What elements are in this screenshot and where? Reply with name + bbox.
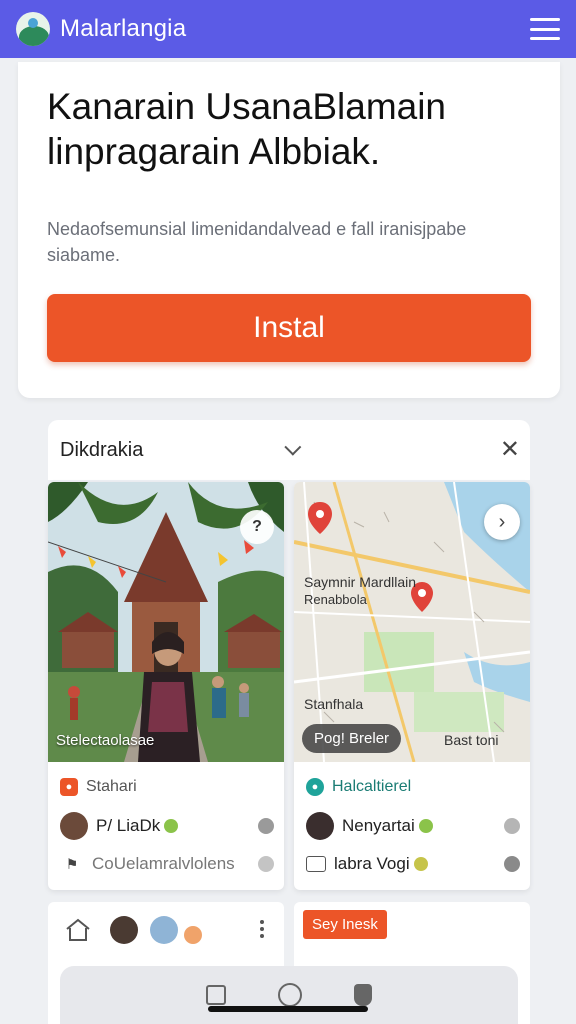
category-label: ● Stahari [60,778,137,796]
avatar [184,926,202,944]
author-row[interactable]: Nenyartai [306,812,520,840]
play-icon[interactable] [504,856,520,872]
chevron-down-icon[interactable] [284,438,302,456]
close-icon[interactable]: ✕ [500,438,520,462]
discover-panel: Dikdrakia ✕ ? Stelectaolasae ● Stahari P… [48,420,530,900]
author-name: P/ LiaDk [96,816,161,835]
author-name: Nenyartai [342,816,415,835]
hero-description-line2: siabame. [47,245,121,265]
map-thumbnail: › Saymnir Mardllain Renabbola Stanfhala … [294,482,530,762]
more-vertical-icon[interactable] [260,920,264,938]
category-icon: ● [60,778,78,796]
hero-description-line1: Nedaofsemunsial limenidandalvead e fall … [47,219,467,239]
meta-row: labra Vogi [306,850,520,878]
profile-icon[interactable] [354,984,372,1006]
next-button[interactable]: › [484,504,520,540]
app-title: Malarlangia [60,15,187,42]
more-options-icon[interactable] [258,818,274,834]
category-text: Halcaltierel [332,778,412,795]
category-text: Stahari [86,778,137,795]
map-label-corner: Bast toni [444,732,499,748]
map-label-primary: Saymnir Mardllain [304,574,417,590]
hero-title: Kanarain UsanaBlamain linpragarain Albbi… [47,84,531,174]
map-chip[interactable]: Pog! Breler [302,724,402,753]
meta-text: labra Vogi [334,854,410,873]
panel-header: Dikdrakia ✕ [48,420,530,480]
avatar [110,916,138,944]
help-button[interactable]: ? [240,510,274,544]
recents-icon[interactable] [206,985,226,1005]
app-logo [16,12,50,46]
avatar [306,812,334,840]
ticket-icon [306,856,326,872]
map-label-secondary: Renabbola [304,592,367,607]
temple-photo: ? Stelectaolasae [48,482,284,762]
bottom-nav [60,966,518,1024]
verified-badge-icon [413,857,428,871]
hero-title-line1: Kanarain UsanaBlamain [47,86,447,127]
avatar [60,812,88,840]
verified-badge-icon [164,819,179,833]
home-icon[interactable] [64,916,92,944]
category-label: ● Halcaltierel [306,778,411,796]
photo-caption: Stelectaolasae [56,732,155,749]
avatar [150,916,178,944]
place-card-map[interactable]: › Saymnir Mardllain Renabbola Stanfhala … [294,482,530,890]
map-label-lower: Stanfhala [304,696,364,712]
more-options-icon[interactable] [504,818,520,834]
install-button[interactable]: Instal [47,294,531,362]
hamburger-menu-icon[interactable] [530,18,560,40]
hero-card: Kanarain UsanaBlamain linpragarain Albbi… [18,62,560,398]
verified-badge-icon [418,819,433,833]
home-nav-icon[interactable] [278,983,302,1007]
category-icon: ● [306,778,324,796]
hero-description: Nedaofsemunsial limenidandalvead e fall … [47,216,531,268]
place-card-photo[interactable]: ? Stelectaolasae ● Stahari P/ LiaDk ⚑ Co… [48,482,284,890]
map-icon: ⚑ [65,855,79,872]
status-dot-icon[interactable] [258,856,274,872]
hero-title-line2: linpragarain Albbiak. [47,131,381,172]
home-indicator [208,1006,368,1012]
panel-title: Dikdrakia [60,438,144,461]
meta-row: ⚑ CoUelamralvlolens [60,850,274,878]
app-bar: Malarlangia [0,0,576,58]
tag-button[interactable]: Sey Inesk [303,910,387,939]
meta-text: CoUelamralvlolens [92,854,235,873]
author-row[interactable]: P/ LiaDk [60,812,274,840]
